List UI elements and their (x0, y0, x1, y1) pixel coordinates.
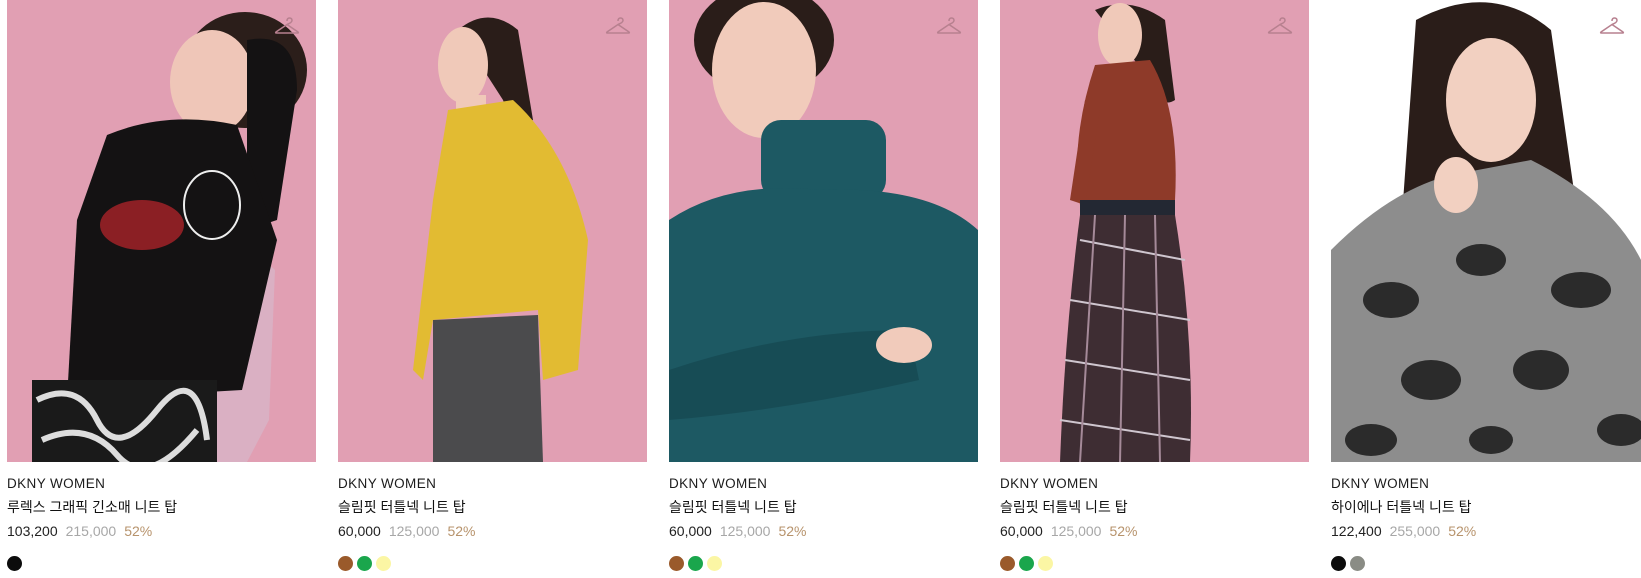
sale-price: 103,200 (7, 523, 58, 539)
discount-rate: 52% (124, 523, 153, 539)
discount-rate: 52% (447, 523, 476, 539)
color-swatch-yellow[interactable] (1038, 556, 1053, 571)
product-card[interactable]: DKNY WOMEN 슬림핏 터틀넥 니트 탑 60,000 125,000 52% (669, 0, 978, 578)
color-swatches (669, 556, 978, 571)
product-brand[interactable]: DKNY WOMEN (338, 475, 647, 493)
product-brand[interactable]: DKNY WOMEN (1331, 475, 1641, 493)
product-name[interactable]: 슬림핏 터틀넥 니트 탑 (1000, 498, 1309, 517)
hanger-icon[interactable] (1599, 16, 1625, 38)
hanger-icon[interactable] (274, 16, 300, 38)
color-swatch-green[interactable] (1019, 556, 1034, 571)
discount-rate: 52% (1448, 523, 1477, 539)
product-name[interactable]: 하이에나 터틀넥 니트 탑 (1331, 498, 1641, 517)
sale-price: 60,000 (338, 523, 381, 539)
original-price: 125,000 (719, 523, 771, 539)
sale-price: 122,400 (1331, 523, 1382, 539)
hanger-icon[interactable] (605, 16, 631, 38)
color-swatch-brown[interactable] (1000, 556, 1015, 571)
product-name[interactable]: 슬림핏 터틀넥 니트 탑 (338, 498, 647, 517)
color-swatch-green[interactable] (357, 556, 372, 571)
color-swatch-black[interactable] (7, 556, 22, 571)
discount-rate: 52% (1109, 523, 1138, 539)
color-swatches (1331, 556, 1641, 571)
product-brand[interactable]: DKNY WOMEN (7, 475, 316, 493)
product-name[interactable]: 슬림핏 터틀넥 니트 탑 (669, 498, 978, 517)
product-image[interactable] (338, 0, 647, 462)
product-image[interactable] (7, 0, 316, 462)
original-price: 255,000 (1389, 523, 1441, 539)
sale-price: 60,000 (1000, 523, 1043, 539)
product-card[interactable]: DKNY WOMEN 슬림핏 터틀넥 니트 탑 60,000 125,000 52% (1000, 0, 1309, 578)
product-name[interactable]: 루렉스 그래픽 긴소매 니트 탑 (7, 498, 316, 517)
original-price: 125,000 (388, 523, 440, 539)
color-swatch-yellow[interactable] (707, 556, 722, 571)
color-swatches (1000, 556, 1309, 571)
product-card[interactable]: DKNY WOMEN 슬림핏 터틀넥 니트 탑 60,000 125,000 52% (338, 0, 647, 578)
original-price: 215,000 (65, 523, 117, 539)
product-brand[interactable]: DKNY WOMEN (1000, 475, 1309, 493)
price-row: 103,200 215,000 52% (7, 522, 316, 541)
model-photo (7, 0, 316, 462)
price-row: 122,400 255,000 52% (1331, 522, 1641, 541)
product-image[interactable] (1331, 0, 1641, 462)
color-swatches (338, 556, 647, 571)
product-brand[interactable]: DKNY WOMEN (669, 475, 978, 493)
color-swatch-black[interactable] (1331, 556, 1346, 571)
product-image[interactable] (1000, 0, 1309, 462)
product-image[interactable] (669, 0, 978, 462)
model-photo (1000, 0, 1309, 462)
model-photo (338, 0, 647, 462)
color-swatch-gray[interactable] (1350, 556, 1365, 571)
product-grid: DKNY WOMEN 루렉스 그래픽 긴소매 니트 탑 103,200 215,0… (0, 0, 1641, 578)
price-row: 60,000 125,000 52% (1000, 522, 1309, 541)
color-swatch-brown[interactable] (338, 556, 353, 571)
color-swatch-yellow[interactable] (376, 556, 391, 571)
product-card[interactable]: DKNY WOMEN 하이에나 터틀넥 니트 탑 122,400 255,000 5… (1331, 0, 1641, 578)
discount-rate: 52% (778, 523, 807, 539)
price-row: 60,000 125,000 52% (338, 522, 647, 541)
hanger-icon[interactable] (1267, 16, 1293, 38)
color-swatches (7, 556, 316, 571)
model-photo (1331, 0, 1641, 462)
color-swatch-green[interactable] (688, 556, 703, 571)
hanger-icon[interactable] (936, 16, 962, 38)
original-price: 125,000 (1050, 523, 1102, 539)
color-swatch-brown[interactable] (669, 556, 684, 571)
price-row: 60,000 125,000 52% (669, 522, 978, 541)
sale-price: 60,000 (669, 523, 712, 539)
product-card[interactable]: DKNY WOMEN 루렉스 그래픽 긴소매 니트 탑 103,200 215,0… (7, 0, 316, 578)
model-photo (669, 0, 978, 462)
